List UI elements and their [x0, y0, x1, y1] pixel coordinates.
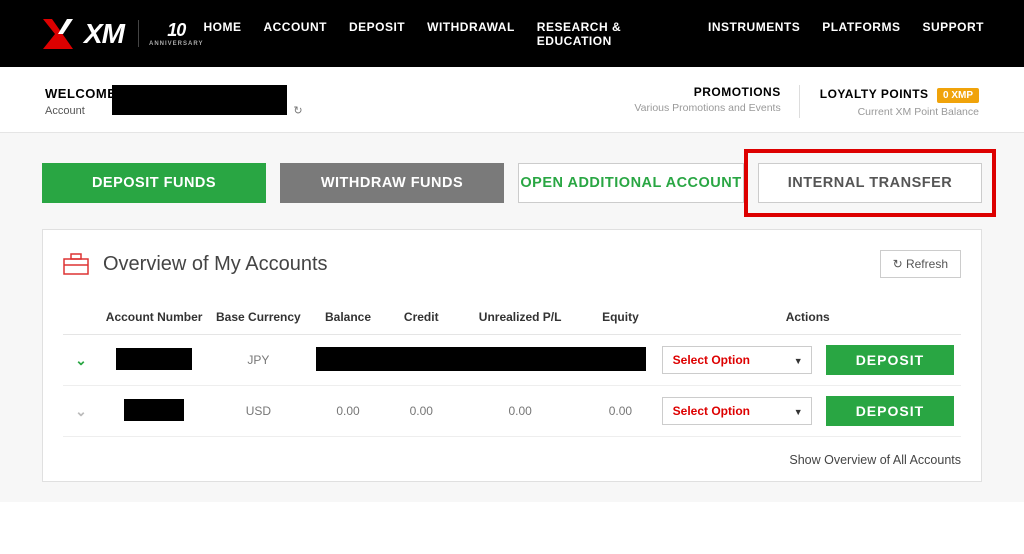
nav-support[interactable]: SUPPORT: [922, 20, 984, 48]
redacted-values: [316, 347, 646, 371]
logo-text: XM: [84, 18, 124, 50]
cell-currency: USD: [209, 386, 307, 437]
col-actions: Actions: [654, 300, 961, 335]
col-account-number: Account Number: [99, 300, 209, 335]
redacted-account-number: [116, 348, 192, 370]
refresh-icon[interactable]: ↻: [293, 104, 302, 117]
logo[interactable]: XM 10 ANNIVERSARY: [40, 16, 203, 52]
internal-transfer-highlight: INTERNAL TRANSFER: [744, 149, 996, 217]
table-row: ⌄ USD 0.00 0.00 0.00 0.00 Select Option …: [63, 386, 961, 437]
row-deposit-button[interactable]: DEPOSIT: [826, 396, 954, 426]
welcome-label: WELCOME: [45, 86, 116, 101]
briefcase-icon: [63, 253, 89, 275]
show-all-accounts-link[interactable]: Show Overview of All Accounts: [63, 453, 961, 467]
nav-home[interactable]: HOME: [203, 20, 241, 48]
welcome-block: WELCOME Account ↻: [45, 85, 303, 117]
promotions-title: PROMOTIONS: [634, 85, 780, 99]
top-navbar: XM 10 ANNIVERSARY HOME ACCOUNT DEPOSIT W…: [0, 0, 1024, 67]
nav-withdrawal[interactable]: WITHDRAWAL: [427, 20, 515, 48]
promotions-block[interactable]: PROMOTIONS Various Promotions and Events: [634, 85, 799, 118]
cell-balance: 0.00: [307, 386, 388, 437]
nav-deposit[interactable]: DEPOSIT: [349, 20, 405, 48]
xmp-badge: 0 XMP: [937, 88, 979, 103]
main-nav: HOME ACCOUNT DEPOSIT WITHDRAWAL RESEARCH…: [203, 20, 984, 48]
open-additional-account-button[interactable]: OPEN ADDITIONAL ACCOUNT: [518, 163, 744, 203]
cell-credit: 0.00: [389, 386, 454, 437]
loyalty-subtitle: Current XM Point Balance: [820, 106, 979, 118]
nav-platforms[interactable]: PLATFORMS: [822, 20, 900, 48]
panel-title: Overview of My Accounts: [103, 253, 328, 276]
promotions-subtitle: Various Promotions and Events: [634, 102, 780, 114]
table-row: ⌄ JPY Select Option DEPOSIT: [63, 335, 961, 386]
accounts-table: Account Number Base Currency Balance Cre…: [63, 300, 961, 437]
primary-actions-row: DEPOSIT FUNDS WITHDRAW FUNDS OPEN ADDITI…: [42, 163, 982, 203]
actions-select[interactable]: Select Option: [662, 397, 812, 425]
logo-icon: [40, 16, 76, 52]
content-area: DEPOSIT FUNDS WITHDRAW FUNDS OPEN ADDITI…: [0, 133, 1024, 502]
redacted-user-info: [112, 85, 287, 115]
actions-select[interactable]: Select Option: [662, 346, 812, 374]
loyalty-title: LOYALTY POINTS: [820, 87, 929, 101]
anniversary-badge: 10 ANNIVERSARY: [138, 20, 203, 47]
col-base-currency: Base Currency: [209, 300, 307, 335]
loyalty-block[interactable]: LOYALTY POINTS 0 XMP Current XM Point Ba…: [820, 85, 979, 118]
col-equity: Equity: [586, 300, 654, 335]
deposit-funds-button[interactable]: DEPOSIT FUNDS: [42, 163, 266, 203]
nav-account[interactable]: ACCOUNT: [263, 20, 327, 48]
withdraw-funds-button[interactable]: WITHDRAW FUNDS: [280, 163, 504, 203]
col-credit: Credit: [389, 300, 454, 335]
col-upl: Unrealized P/L: [454, 300, 586, 335]
cell-equity: 0.00: [586, 386, 654, 437]
nav-instruments[interactable]: INSTRUMENTS: [708, 20, 800, 48]
internal-transfer-button[interactable]: INTERNAL TRANSFER: [758, 163, 982, 203]
col-balance: Balance: [307, 300, 388, 335]
cell-upl: 0.00: [454, 386, 586, 437]
accounts-panel: Overview of My Accounts Refresh Account …: [42, 229, 982, 482]
sub-header: WELCOME Account ↻ PROMOTIONS Various Pro…: [0, 67, 1024, 133]
expand-toggle[interactable]: ⌄: [75, 403, 87, 419]
row-deposit-button[interactable]: DEPOSIT: [826, 345, 954, 375]
nav-research[interactable]: RESEARCH & EDUCATION: [537, 20, 686, 48]
account-prefix: Account: [45, 105, 85, 117]
expand-toggle[interactable]: ⌄: [75, 352, 87, 368]
refresh-button[interactable]: Refresh: [880, 250, 961, 278]
redacted-account-number: [124, 399, 184, 421]
cell-currency: JPY: [209, 335, 307, 386]
